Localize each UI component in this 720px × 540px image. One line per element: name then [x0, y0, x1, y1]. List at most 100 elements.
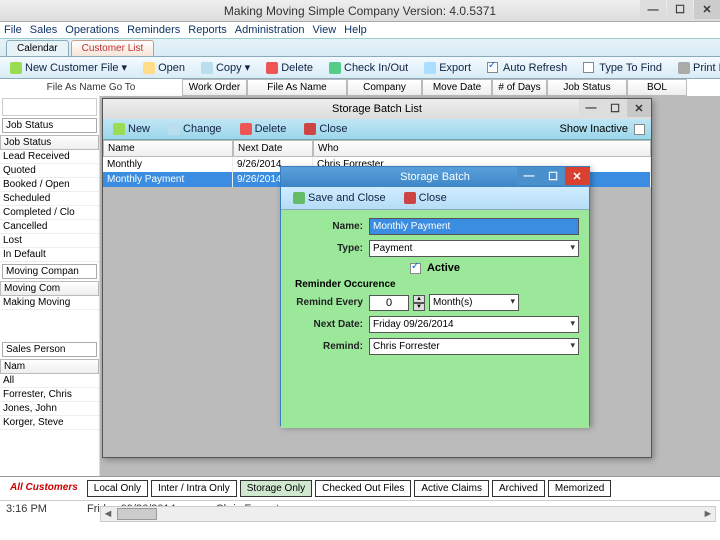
- col-move-date[interactable]: Move Date: [422, 79, 492, 96]
- delete-button[interactable]: Delete: [234, 121, 293, 137]
- col-num-days[interactable]: # of Days: [492, 79, 547, 96]
- new-customer-file-button[interactable]: New Customer File ▾: [4, 59, 133, 76]
- close-icon: [304, 123, 316, 135]
- active-checkbox[interactable]: [410, 263, 421, 274]
- filter-active-claims[interactable]: Active Claims: [414, 480, 489, 497]
- filter-local-only[interactable]: Local Only: [87, 480, 148, 497]
- filter-storage-only[interactable]: Storage Only: [240, 480, 312, 497]
- col-bol[interactable]: BOL: [627, 79, 687, 96]
- list-item[interactable]: Booked / Open: [0, 178, 99, 192]
- job-status-section: Job Status: [2, 118, 97, 133]
- delete-button[interactable]: Delete: [260, 60, 319, 76]
- type-select[interactable]: Payment: [369, 240, 579, 257]
- remind-every-input[interactable]: 0: [369, 295, 409, 311]
- list-item[interactable]: Lost: [0, 234, 99, 248]
- minimize-button[interactable]: —: [517, 167, 541, 185]
- close-button[interactable]: ✕: [627, 99, 651, 117]
- menu-view[interactable]: View: [313, 24, 337, 36]
- close-button[interactable]: ✕: [565, 167, 589, 185]
- list-item[interactable]: Lead Received: [0, 150, 99, 164]
- col-next-date[interactable]: Next Date: [233, 140, 313, 157]
- save-and-close-button[interactable]: Save and Close: [287, 190, 392, 206]
- storage-batch-window: Storage Batch — ☐ ✕ Save and Close Close…: [280, 166, 590, 426]
- moving-company-header[interactable]: Moving Com: [0, 281, 99, 296]
- list-item[interactable]: Completed / Clo: [0, 206, 99, 220]
- type-to-find-toggle[interactable]: Type To Find: [577, 60, 668, 76]
- minimize-button[interactable]: —: [579, 99, 603, 117]
- filter-all-customers[interactable]: All Customers: [4, 480, 84, 497]
- remind-unit-select[interactable]: Month(s): [429, 294, 519, 311]
- scroll-thumb[interactable]: [117, 508, 157, 520]
- auto-refresh-toggle[interactable]: Auto Refresh: [481, 60, 573, 76]
- copy-button[interactable]: Copy ▾: [195, 59, 256, 76]
- col-company[interactable]: Company: [347, 79, 422, 96]
- horizontal-scrollbar[interactable]: ◄ ►: [100, 506, 716, 522]
- goto-input[interactable]: [2, 98, 97, 116]
- maximize-button[interactable]: ☐: [603, 99, 627, 117]
- sales-person-header[interactable]: Nam: [0, 359, 99, 374]
- list-item[interactable]: Jones, John: [0, 402, 99, 416]
- scroll-right-icon[interactable]: ►: [701, 508, 715, 520]
- main-titlebar: Making Moving Simple Company Version: 4.…: [0, 0, 720, 22]
- job-status-header[interactable]: Job Status: [0, 135, 99, 150]
- tab-calendar[interactable]: Calendar: [6, 40, 69, 56]
- sales-person-section: Sales Person: [2, 342, 97, 357]
- file-as-goto-label: File As Name Go To: [0, 79, 182, 96]
- col-who[interactable]: Who: [313, 140, 651, 157]
- close-button[interactable]: Close: [398, 190, 453, 206]
- close-button[interactable]: ✕: [694, 0, 720, 19]
- col-job-status[interactable]: Job Status: [547, 79, 627, 96]
- content-area: Storage Batch List — ☐ ✕ New Change Dele…: [100, 96, 720, 476]
- print-list-button[interactable]: Print List: [672, 60, 720, 76]
- menu-sales[interactable]: Sales: [30, 24, 58, 36]
- menu-reminders[interactable]: Reminders: [127, 24, 180, 36]
- spinner-down[interactable]: ▼: [413, 303, 425, 311]
- next-date-input[interactable]: Friday 09/26/2014: [369, 316, 579, 333]
- list-item[interactable]: All: [0, 374, 99, 388]
- spinner-up[interactable]: ▲: [413, 295, 425, 303]
- save-icon: [293, 192, 305, 204]
- list-item[interactable]: Scheduled: [0, 192, 99, 206]
- copy-icon: [201, 62, 213, 74]
- list-item[interactable]: Quoted: [0, 164, 99, 178]
- filter-archived[interactable]: Archived: [492, 480, 545, 497]
- maximize-button[interactable]: ☐: [667, 0, 693, 19]
- menu-file[interactable]: File: [4, 24, 22, 36]
- tabstrip: Calendar Customer List: [0, 39, 720, 57]
- close-button[interactable]: Close: [298, 121, 353, 137]
- col-file-as[interactable]: File As Name: [247, 79, 347, 96]
- window-titlebar: Storage Batch — ☐ ✕: [281, 167, 589, 187]
- maximize-button[interactable]: ☐: [541, 167, 565, 185]
- list-item[interactable]: Korger, Steve: [0, 416, 99, 430]
- menu-operations[interactable]: Operations: [65, 24, 119, 36]
- moving-company-section: Moving Compan: [2, 264, 97, 279]
- minimize-button[interactable]: —: [640, 0, 666, 19]
- export-button[interactable]: Export: [418, 60, 477, 76]
- menu-reports[interactable]: Reports: [188, 24, 227, 36]
- list-item[interactable]: Forrester, Chris: [0, 388, 99, 402]
- filter-memorized[interactable]: Memorized: [548, 480, 611, 497]
- type-label: Type:: [291, 243, 369, 254]
- open-button[interactable]: Open: [137, 60, 191, 76]
- scroll-left-icon[interactable]: ◄: [101, 508, 115, 520]
- open-icon: [143, 62, 155, 74]
- list-item[interactable]: Cancelled: [0, 220, 99, 234]
- filter-inter-intra[interactable]: Inter / Intra Only: [151, 480, 237, 497]
- menu-administration[interactable]: Administration: [235, 24, 305, 36]
- active-label: Active: [427, 262, 460, 274]
- tab-customer-list[interactable]: Customer List: [71, 40, 155, 56]
- list-item[interactable]: In Default: [0, 248, 99, 262]
- name-input[interactable]: Monthly Payment: [369, 218, 579, 235]
- remind-select[interactable]: Chris Forrester: [369, 338, 579, 355]
- filter-checked-out[interactable]: Checked Out Files: [315, 480, 411, 497]
- list-item[interactable]: Making Moving: [0, 296, 99, 310]
- col-work-order[interactable]: Work Order: [182, 79, 247, 96]
- show-inactive-checkbox[interactable]: [634, 124, 645, 135]
- status-time: 3:16 PM: [6, 503, 47, 515]
- menu-help[interactable]: Help: [344, 24, 367, 36]
- change-button[interactable]: Change: [162, 121, 228, 137]
- new-button[interactable]: New: [107, 121, 156, 137]
- col-name[interactable]: Name: [103, 140, 233, 157]
- delete-icon: [266, 62, 278, 74]
- check-in-out-button[interactable]: Check In/Out: [323, 60, 414, 76]
